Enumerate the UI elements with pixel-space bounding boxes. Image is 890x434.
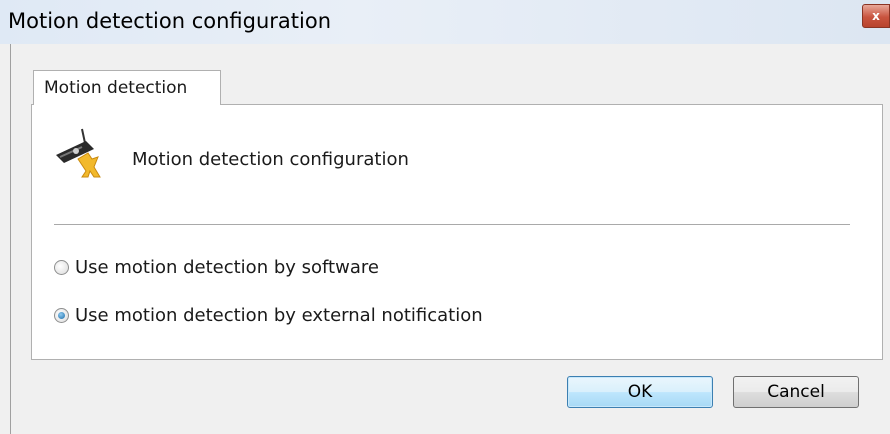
panel-header: Motion detection configuration [132,149,409,170]
option-software-label[interactable]: Use motion detection by software [75,257,379,278]
tab-label: Motion detection [44,78,188,98]
close-button[interactable]: x [862,4,890,28]
option-external-notification[interactable]: Use motion detection by external notific… [54,305,483,326]
cancel-button[interactable]: Cancel [733,376,859,408]
option-external-notification-label[interactable]: Use motion detection by external notific… [75,305,483,326]
radio-external-notification[interactable] [54,308,69,323]
close-icon: x [872,9,880,23]
title-bar: Motion detection configuration x [0,0,890,44]
security-camera-icon [56,128,101,178]
window-title: Motion detection configuration [8,9,332,33]
dialog-client-area: Motion detection Motion detection config… [10,44,890,434]
tab-panel: Motion detection configuration Use motio… [31,104,883,360]
radio-software[interactable] [54,260,69,275]
separator [54,224,850,225]
ok-button[interactable]: OK [567,376,713,408]
option-software[interactable]: Use motion detection by software [54,257,379,278]
tab-motion-detection[interactable]: Motion detection [33,70,221,105]
